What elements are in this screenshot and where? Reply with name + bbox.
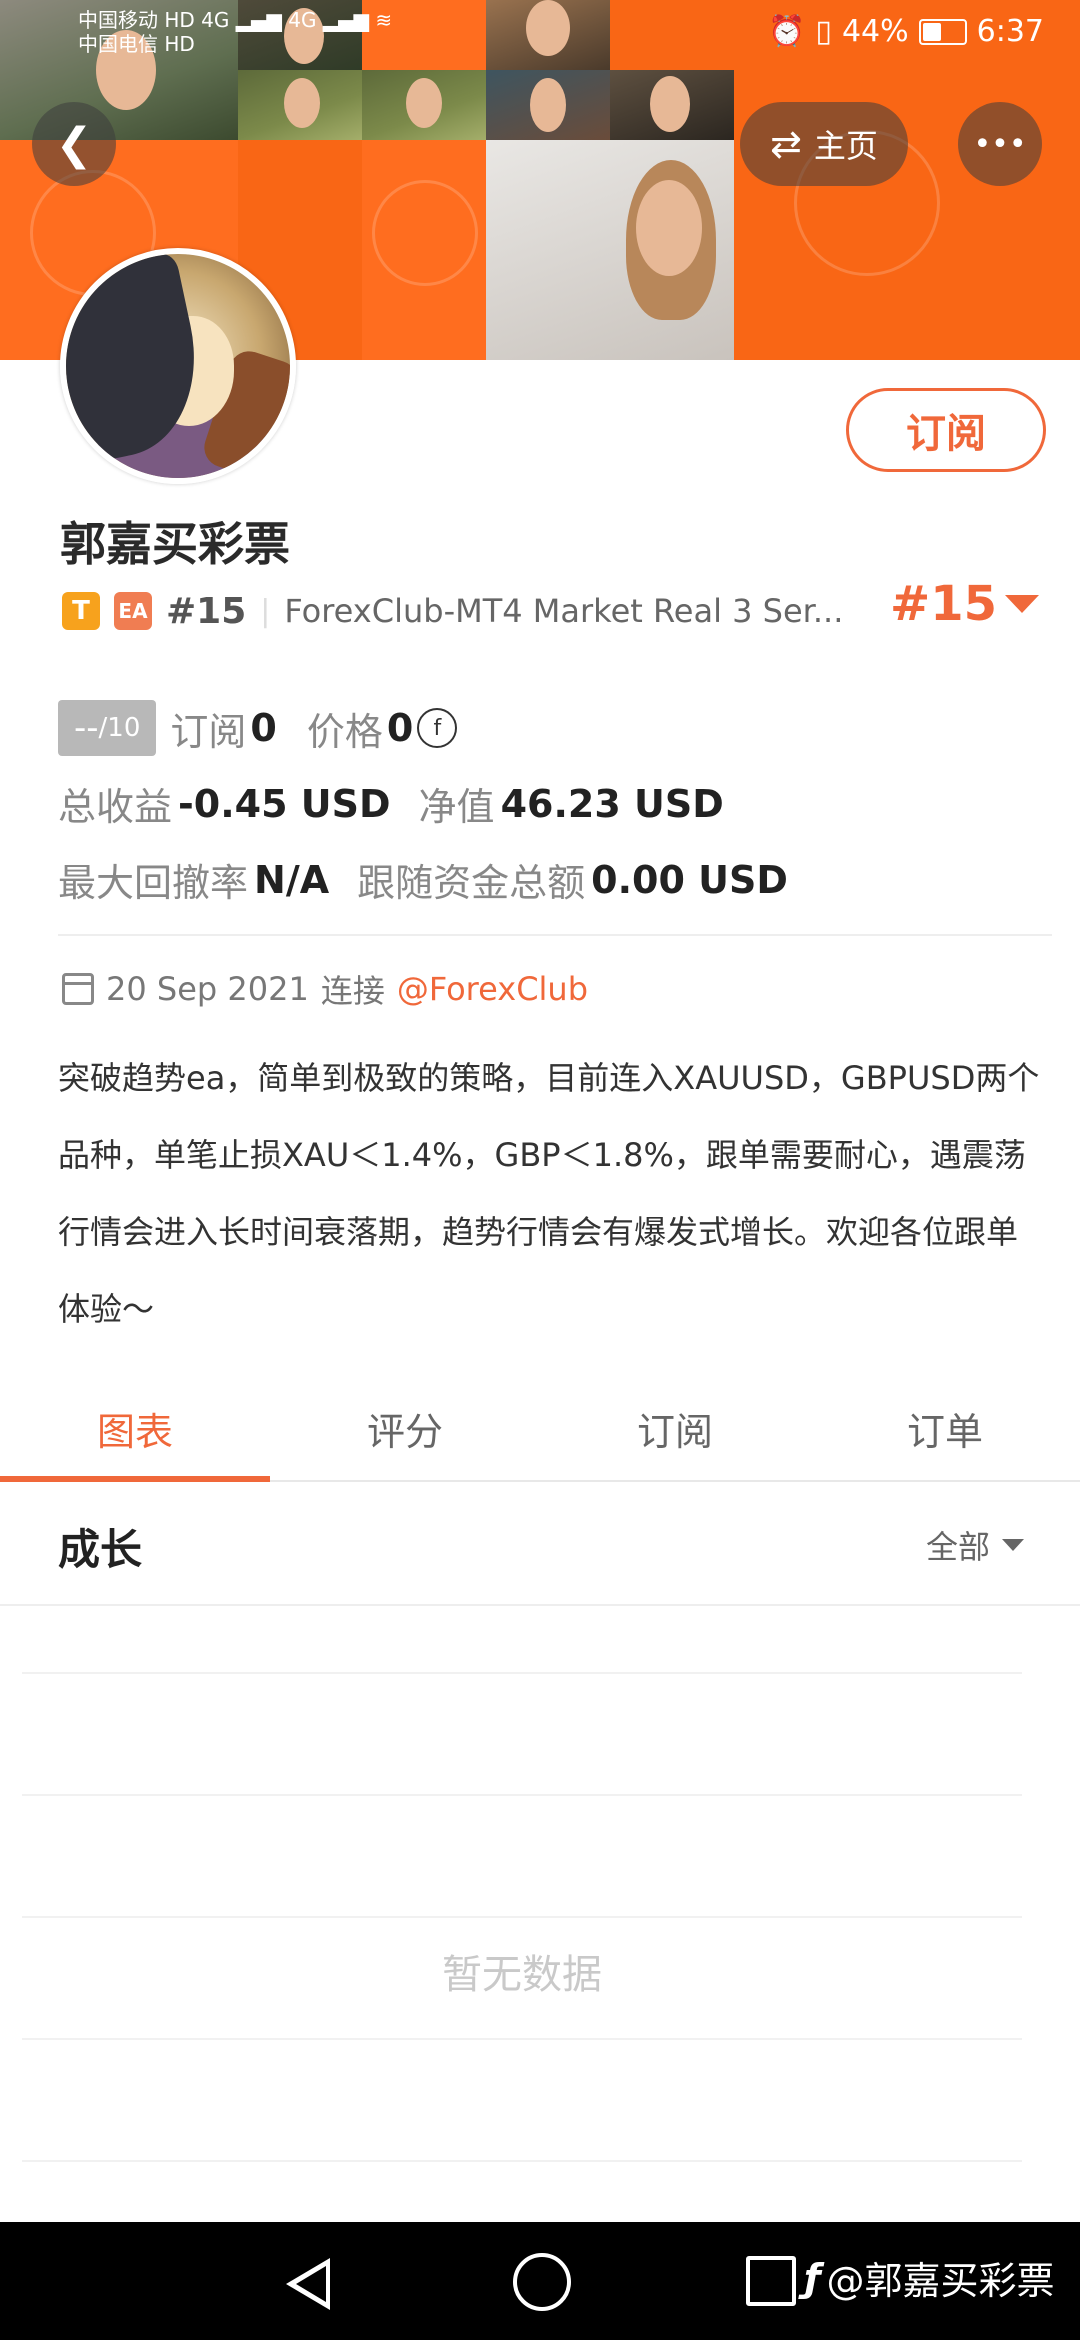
equity-value: 46.23 USD [500,781,724,826]
trader-badge: T [62,592,100,630]
hd-badge-2: HD [164,32,195,56]
more-icon: ••• [973,126,1027,162]
network-type: 4G [201,8,230,32]
signal-icon-2: ▂▄▆ [322,8,370,32]
carrier-2: 中国电信 [78,32,158,56]
score-max: /10 [98,713,141,743]
chevron-left-icon: ❮ [55,118,93,170]
calendar-icon [62,973,94,1005]
rank-dropdown[interactable]: #15 [890,576,1040,632]
stats-row-2: 总收益 -0.45 USD 净值 46.23 USD [58,776,724,831]
watermark-text: @郭嘉买彩票 [826,2259,1055,2303]
chart-gridline [22,1672,1022,1674]
score-value: -- [74,708,99,748]
drawdown-value: N/A [254,857,330,902]
section-divider [0,1604,1080,1606]
network-type-2: 4G [288,8,317,32]
back-button[interactable]: ❮ [32,102,116,186]
connect-date: 20 Sep 2021 [106,970,309,1008]
wifi-icon: ≋ [375,8,393,32]
score-box: -- /10 [58,700,157,756]
chart-gridline [22,1794,1022,1796]
caret-down-icon [1002,1539,1024,1551]
connect-label: 连接 [320,972,385,1010]
chart-gridline [22,2038,1022,2040]
tab-subscribe[interactable]: 订阅 [540,1376,810,1480]
profit-label: 总收益 [58,785,173,829]
drawdown-label: 最大回撤率 [58,861,249,905]
tab-bar: 图表 评分 订阅 订单 [0,1376,1080,1482]
tab-orders[interactable]: 订单 [810,1376,1080,1480]
banner-photo [362,70,486,140]
battery-icon [918,18,967,45]
chart-gridline [22,2160,1022,2162]
broker-link[interactable]: @ForexClub [397,970,588,1008]
subscribe-count-label: 订阅 [170,709,247,754]
status-right: ⏰ ▯ 44% 6:37 [768,14,1044,49]
rank-label: #15 [166,590,247,632]
nav-back-icon-inner [296,2266,326,2302]
price-value: 0 [386,706,414,750]
status-bar: 中国移动 HD 4G ▂▄▆ 4G ▂▄▆ ≋ 中国电信 HD ⏰ ▯ 44% … [0,0,1080,70]
profit-value: -0.45 USD [178,781,391,826]
banner-photo [486,140,734,360]
avatar[interactable] [60,248,296,484]
banner-photo [238,70,362,140]
caret-down-icon [1005,595,1040,613]
banner-photo [486,70,610,140]
chart-gridline [22,1916,1022,1918]
profile-name: 郭嘉买彩票 [60,517,290,571]
subscribe-count: 0 [250,706,277,750]
vibrate-icon: ▯ [815,14,832,49]
ea-badge: EA [114,592,152,630]
alarm-icon: ⏰ [768,14,806,49]
subscribe-button[interactable]: 订阅 [846,388,1046,472]
stats-row-1: -- /10 订阅 0 价格 0 f [58,700,458,756]
follow-funds-value: 0.00 USD [591,857,788,902]
price-label: 价格 [306,709,383,754]
tab-rating[interactable]: 评分 [270,1376,540,1480]
separator: | [260,593,271,629]
stats-row-3: 最大回撤率 N/A 跟随资金总额 0.00 USD [58,852,788,907]
empty-state-text: 暂无数据 [442,1952,602,1998]
nav-recent-icon[interactable] [746,2256,796,2306]
home-button[interactable]: ⇄ 主页 [740,102,908,186]
strategy-description: 突破趋势ea，简单到极致的策略，目前连入XAUUSD，GBPUSD两个品种，单笔… [58,1059,1040,1328]
carrier-1: 中国移动 [78,8,158,32]
follow-funds-label: 跟随资金总额 [357,861,586,905]
profile-tags: T EA #15 | ForexClub-MT4 Market Real 3 S… [62,584,844,638]
divider [58,934,1052,936]
more-button[interactable]: ••• [958,102,1042,186]
banner-tile [362,140,486,360]
watermark: ƒ @郭嘉买彩票 [804,2250,1055,2305]
range-filter[interactable]: 全部 [926,1522,1024,1568]
hd-badge: HD [164,8,195,32]
nav-home-icon[interactable] [513,2253,571,2311]
weibo-icon: ƒ [804,2255,821,2300]
banner-photo [610,70,734,140]
subscribe-label: 订阅 [906,411,986,457]
tab-chart[interactable]: 图表 [0,1376,270,1482]
coin-icon: f [417,708,458,748]
switch-icon: ⇄ [770,122,802,166]
filter-label: 全部 [925,1528,990,1566]
carrier-info: 中国移动 HD 4G ▂▄▆ 4G ▂▄▆ ≋ 中国电信 HD [78,8,392,56]
equity-label: 净值 [418,785,495,829]
home-label: 主页 [813,127,878,165]
connection-info: 20 Sep 2021 连接 @ForexClub [62,966,588,1012]
rank-big-label: #15 [890,576,998,632]
clock: 6:37 [976,14,1044,49]
server-name: ForexClub-MT4 Market Real 3 Ser... [284,592,844,630]
section-title: 成长 [58,1525,143,1574]
signal-icon: ▂▄▆ [235,8,282,32]
battery-percent: 44% [841,14,909,49]
